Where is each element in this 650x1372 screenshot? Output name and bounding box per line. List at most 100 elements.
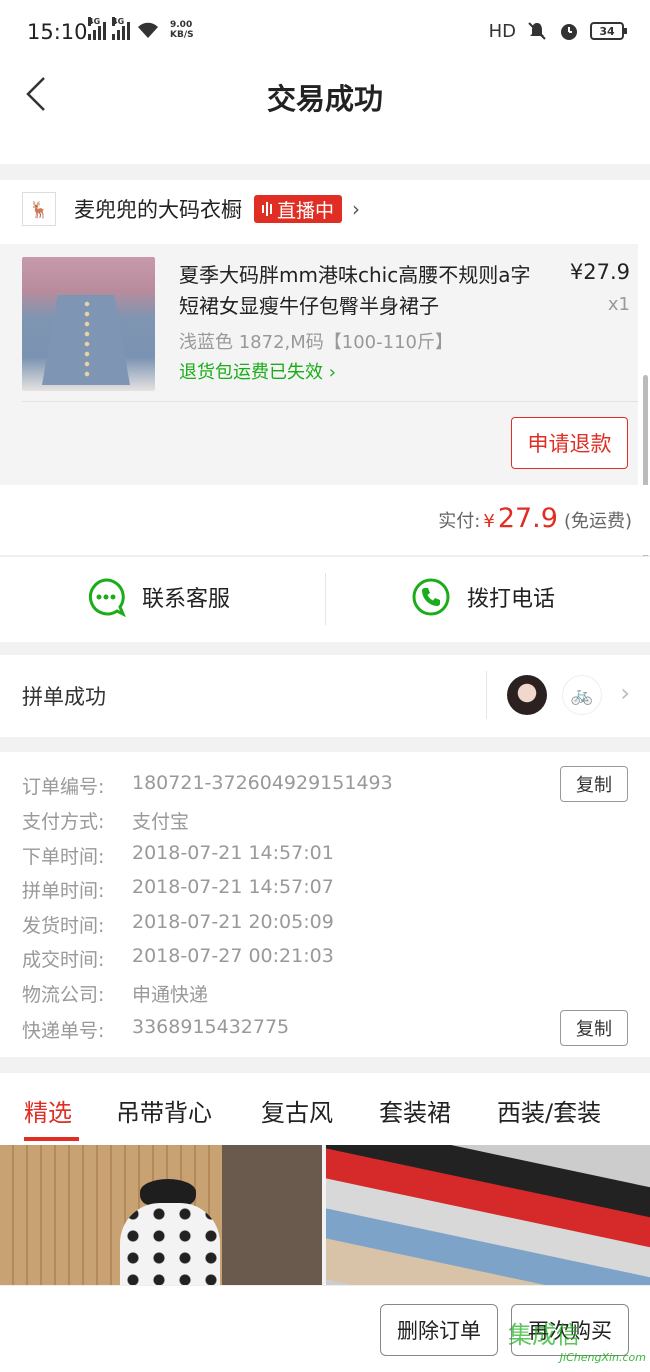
deal-time: 2018-07-27 00:21:03 <box>132 945 334 967</box>
signal-icon: 4G <box>88 17 106 40</box>
ship-time-row: 发货时间: 2018-07-21 20:05:09 <box>22 911 334 938</box>
return-note-text: 退货包运费已失效 <box>179 362 323 383</box>
product-spec: 浅蓝色 1872,M码【100-110斤】 <box>179 332 453 353</box>
chevron-right-icon: › <box>328 362 336 383</box>
order-number-row: 订单编号: 180721-372604929151493 <box>22 772 393 799</box>
order-time-row: 下单时间: 2018-07-21 14:57:01 <box>22 842 334 869</box>
copy-tracking-number-button[interactable]: 复制 <box>560 1010 628 1046</box>
order-time: 2018-07-21 14:57:01 <box>132 842 334 864</box>
info-label: 拼单时间: <box>22 880 105 902</box>
battery-icon: 34 <box>590 22 627 40</box>
order-info-card: 订单编号: 180721-372604929151493 复制 支付方式: 支付… <box>0 752 650 1057</box>
shop-name[interactable]: 麦兜兜的大码衣橱 <box>74 194 242 224</box>
wifi-icon <box>138 22 158 38</box>
product-quantity: x1 <box>607 294 630 315</box>
divider <box>22 401 638 402</box>
order-number: 180721-372604929151493 <box>132 772 393 794</box>
tab-indicator <box>24 1137 79 1141</box>
copy-order-number-button[interactable]: 复制 <box>560 766 628 802</box>
avatar[interactable] <box>507 675 547 715</box>
paid-currency: ¥ <box>483 511 495 532</box>
payment-summary: 实付: ¥ 27.9 (免运费) <box>0 485 650 555</box>
nav-bar: 交易成功 <box>0 64 650 164</box>
divider <box>486 671 487 719</box>
order-product-card: 🦌 麦兜兜的大码衣橱 直播中 › 夏季大码胖mm港味chic高腰不规则a字短裙女… <box>0 180 650 620</box>
shop-logo-icon: 🦌 <box>29 199 49 219</box>
paid-amount: 27.9 <box>497 503 558 534</box>
ship-time: 2018-07-21 20:05:09 <box>132 911 334 933</box>
alarm-icon <box>561 24 577 40</box>
tab-suit-skirt[interactable]: 套装裙 <box>379 1093 451 1128</box>
group-time-row: 拼单时间: 2018-07-21 14:57:07 <box>22 876 334 903</box>
feed-item-image-2[interactable] <box>326 1145 650 1285</box>
live-bars-icon <box>262 202 272 216</box>
courier-company: 申通快递 <box>132 984 209 1006</box>
net-speed-unit: KB/S <box>170 30 194 40</box>
payment-method-row: 支付方式: 支付宝 <box>22 807 189 834</box>
info-label: 快递单号: <box>22 1020 105 1042</box>
divider <box>325 573 326 625</box>
live-label: 直播中 <box>277 199 335 222</box>
signal-label: 4G <box>88 17 101 26</box>
phone-icon <box>412 578 450 616</box>
info-label: 物流公司: <box>22 984 105 1006</box>
info-label: 订单编号: <box>22 776 105 798</box>
courier-row: 物流公司: 申通快递 <box>22 980 208 1007</box>
contact-service-button[interactable]: 联系客服 <box>86 577 230 617</box>
status-bar: 15:10 4G 4G 9.00 KB/S HD 34 <box>0 0 650 64</box>
tab-suits[interactable]: 西装/套装 <box>497 1093 601 1128</box>
contact-bar: 联系客服 拨打电话 <box>0 556 650 642</box>
group-time: 2018-07-21 14:57:07 <box>132 876 334 898</box>
call-phone-label: 拨打电话 <box>467 587 556 612</box>
battery-level: 34 <box>599 24 615 38</box>
status-time: 15:10 <box>27 20 88 44</box>
contact-service-label: 联系客服 <box>142 587 231 612</box>
live-badge[interactable]: 直播中 <box>254 195 343 223</box>
tracking-number: 3368915432775 <box>132 1016 290 1038</box>
info-label: 发货时间: <box>22 915 105 937</box>
shop-header[interactable]: 🦌 麦兜兜的大码衣橱 直播中 › <box>22 192 360 226</box>
tab-retro[interactable]: 复古风 <box>261 1093 333 1128</box>
net-speed-value: 9.00 <box>170 20 193 30</box>
net-speed: 9.00 KB/S <box>170 20 194 40</box>
watermark-brand: 集成信 <box>508 1321 580 1349</box>
bottom-action-bar: 删除订单 再次购买 集成信 JiChengXin.com <box>0 1285 650 1372</box>
status-left-icons: 4G 4G 9.00 KB/S <box>88 17 194 40</box>
product-title[interactable]: 夏季大码胖mm港味chic高腰不规则a字短裙女显瘦牛仔包臀半身裙子 <box>179 260 539 322</box>
product-image[interactable] <box>22 257 155 391</box>
tab-featured[interactable]: 精选 <box>24 1093 72 1128</box>
recommend-tabs: 精选 吊带背心 复古风 套装裙 西装/套装 <box>0 1073 650 1145</box>
status-right-icons: HD 34 <box>488 20 627 42</box>
product-price: ¥27.9 <box>569 260 630 284</box>
shop-logo: 🦌 <box>22 192 56 226</box>
deal-time-row: 成交时间: 2018-07-27 00:21:03 <box>22 945 334 972</box>
delete-order-button[interactable]: 删除订单 <box>380 1304 498 1356</box>
info-label: 支付方式: <box>22 811 105 833</box>
group-status-label: 拼单成功 <box>22 685 106 709</box>
call-phone-button[interactable]: 拨打电话 <box>411 577 555 617</box>
chevron-right-icon: › <box>352 197 361 221</box>
mute-icon <box>528 22 546 40</box>
paid-row: 实付: ¥ 27.9 (免运费) <box>438 503 632 534</box>
page-title: 交易成功 <box>266 82 383 116</box>
payment-method: 支付宝 <box>132 811 190 833</box>
return-shipping-note[interactable]: 退货包运费已失效 › <box>179 358 336 384</box>
watermark: JiChengXin.com <box>559 1351 646 1364</box>
avatar-2[interactable]: 🚲 <box>562 675 602 715</box>
chevron-right-icon: › <box>620 679 630 707</box>
signal-icon-2: 4G <box>112 17 130 40</box>
info-label: 成交时间: <box>22 949 105 971</box>
product-feed <box>0 1145 650 1285</box>
refund-button[interactable]: 申请退款 <box>511 417 628 469</box>
product-item[interactable]: 夏季大码胖mm港味chic高腰不规则a字短裙女显瘦牛仔包臀半身裙子 ¥27.9 … <box>0 244 638 485</box>
group-buy-card[interactable]: 拼单成功 🚲 › <box>0 655 650 737</box>
info-label: 下单时间: <box>22 846 105 868</box>
shipping-note: (免运费) <box>563 511 632 532</box>
hd-label: HD <box>488 20 516 42</box>
feed-item-image[interactable] <box>0 1145 322 1285</box>
bicycle-icon: 🚲 <box>570 684 594 706</box>
tab-camisole[interactable]: 吊带背心 <box>116 1093 212 1128</box>
chat-icon <box>88 578 126 617</box>
signal-label-2: 4G <box>112 17 125 26</box>
tracking-row: 快递单号: 3368915432775 <box>22 1016 289 1043</box>
